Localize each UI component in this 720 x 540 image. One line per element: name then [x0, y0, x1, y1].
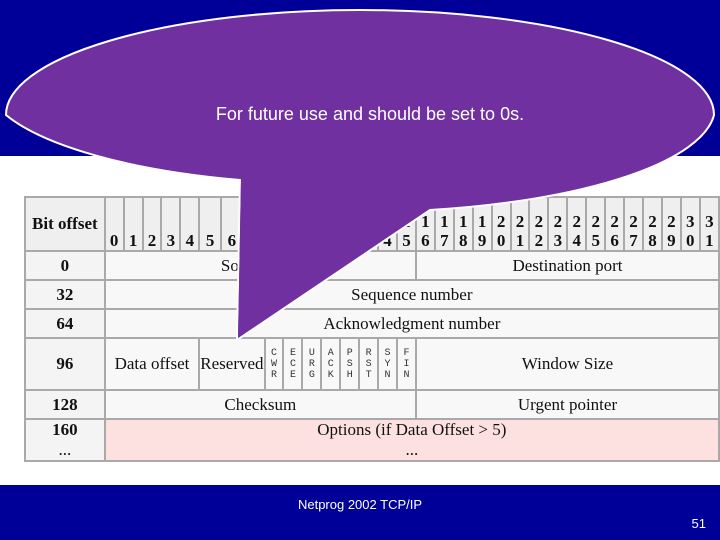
table-row: 96 Data offset Reserved CWR ECE URG ACK … — [24, 337, 720, 391]
bit-header: 24 — [566, 196, 588, 252]
flag-ack: ACK — [320, 337, 342, 391]
data-offset-field: Data offset — [103, 337, 201, 391]
row-offset: 96 — [24, 337, 106, 391]
row-offset: 32 — [24, 279, 106, 310]
bit-header: 31 — [698, 196, 720, 252]
flag-cwr: CWR — [263, 337, 285, 391]
bit-header: 11 — [320, 196, 342, 252]
table-row: 64 Acknowledgment number — [24, 308, 720, 339]
bit-header: 17 — [433, 196, 455, 252]
tcp-header-table: Bit offset 0 1 2 3 4 5 6 7 8 9 10 11 12 … — [24, 196, 720, 462]
bit-header: 13 — [358, 196, 380, 252]
reserved-field: Reserved — [198, 337, 266, 391]
bit-header: 12 — [339, 196, 361, 252]
row-offset: 128 — [24, 389, 106, 420]
acknowledgment-number-field: Acknowledgment number — [103, 308, 720, 339]
options-field: Options (if Data Offset > 5) ... — [103, 418, 720, 462]
destination-port-field: Destination port — [414, 250, 720, 281]
callout-text: For future use and should be set to 0s. — [215, 104, 525, 124]
bit-header: 25 — [585, 196, 607, 252]
bit-header: 16 — [414, 196, 436, 252]
bit-header: 22 — [528, 196, 550, 252]
bit-header: 23 — [547, 196, 569, 252]
bit-offset-header: Bit offset — [24, 196, 106, 252]
flag-syn: SYN — [377, 337, 399, 391]
slide-number: 51 — [691, 516, 706, 531]
row-offset: 0 — [24, 250, 106, 281]
bit-header: 19 — [471, 196, 493, 252]
bit-header: 0 — [103, 196, 125, 252]
bit-header: 7 — [241, 196, 266, 252]
bit-header: 27 — [623, 196, 644, 252]
checksum-field: Checksum — [103, 389, 417, 420]
bit-header: 9 — [282, 196, 304, 252]
bit-header: 6 — [220, 196, 244, 252]
urgent-pointer-field: Urgent pointer — [414, 389, 720, 420]
bit-header: 14 — [377, 196, 399, 252]
window-size-field: Window Size — [414, 337, 720, 391]
bit-header: 10 — [301, 196, 323, 252]
row-offset: 160 ... — [24, 418, 106, 462]
bit-header: 18 — [452, 196, 474, 252]
footer-band — [0, 485, 720, 540]
flag-psh: PSH — [339, 337, 361, 391]
options-ellipsis: ... — [405, 440, 419, 459]
flag-urg: URG — [301, 337, 323, 391]
bit-header: 21 — [509, 196, 531, 252]
bit-header: 26 — [604, 196, 626, 252]
bit-header: 28 — [642, 196, 663, 252]
bit-header: 30 — [679, 196, 701, 252]
table-row: 32 Sequence number — [24, 279, 720, 310]
bit-header: 15 — [396, 196, 417, 252]
flag-fin: FIN — [396, 337, 417, 391]
bit-header: 5 — [198, 196, 223, 252]
table-row: 160 ... Options (if Data Offset > 5) ... — [24, 418, 720, 462]
bit-header: 8 — [263, 196, 285, 252]
options-label: Options (if Data Offset > 5) — [317, 420, 507, 439]
source-port-field: Source port — [103, 250, 417, 281]
flag-rst: RST — [358, 337, 380, 391]
bit-header: 29 — [660, 196, 682, 252]
bit-header: 4 — [179, 196, 201, 252]
table-row: 0 Source port Destination port — [24, 250, 720, 281]
row-offset: 64 — [24, 308, 106, 339]
title-band — [0, 0, 720, 156]
bit-header: 20 — [490, 196, 512, 252]
sequence-number-field: Sequence number — [103, 279, 720, 310]
bit-header: 3 — [160, 196, 182, 252]
bit-header-row: Bit offset 0 1 2 3 4 5 6 7 8 9 10 11 12 … — [24, 196, 720, 252]
bit-header: 1 — [122, 196, 144, 252]
offset-160: 160 — [52, 420, 78, 439]
flag-ece: ECE — [282, 337, 304, 391]
bit-header: 2 — [141, 196, 163, 252]
offset-ellipsis: ... — [58, 440, 72, 459]
table-row: 128 Checksum Urgent pointer — [24, 389, 720, 420]
footer-title: Netprog 2002 TCP/IP — [297, 497, 423, 512]
